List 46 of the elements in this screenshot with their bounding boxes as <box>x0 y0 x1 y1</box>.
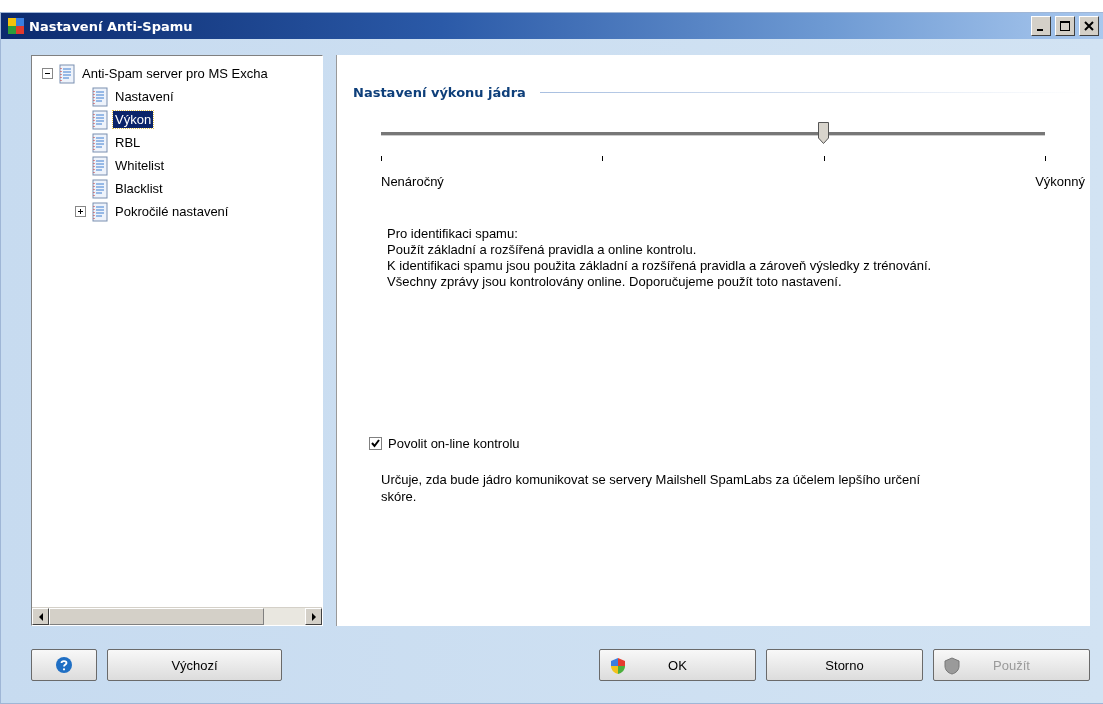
max-label: Výkonný <box>1035 174 1085 189</box>
dialog-button[interactable]: OK <box>599 649 756 681</box>
minimize-icon <box>1037 28 1043 31</box>
slider-thumb[interactable] <box>817 122 829 144</box>
description-line: Použít základní a rozšířená pravidla a online kontrolu. <box>387 242 698 258</box>
document-icon <box>91 132 109 153</box>
tree-item[interactable]: Pokročilé nastavení <box>113 203 231 220</box>
checkbox-description: Určuje, zda bude jádro komunikovat se servery Mailshell SpamLabs za účelem lepšího určení skóre. <box>381 471 922 505</box>
document-icon <box>91 86 109 107</box>
document-icon <box>91 155 109 176</box>
window-title: Nastavení Anti-Spamu <box>29 18 194 34</box>
tree-item[interactable]: Whitelist <box>113 157 167 174</box>
help-button[interactable] <box>31 649 97 681</box>
minimize-button[interactable] <box>1031 16 1051 36</box>
description-line: Všechny zprávy jsou kontrolovány online. Doporučujeme použít toto nastavení. <box>387 274 843 290</box>
description-line: K identifikaci spamu jsou použita základní a rozšířená pravidla a zároveň výsledky z trénování. <box>387 258 933 274</box>
shield-icon <box>610 657 626 675</box>
document-icon <box>58 63 76 84</box>
tree-item[interactable]: Výkon <box>113 111 154 128</box>
help-icon <box>55 656 73 674</box>
performance-slider[interactable] <box>381 122 1045 162</box>
tree-item[interactable]: Nastavení <box>113 88 176 105</box>
close-icon <box>1084 21 1094 31</box>
tree-item[interactable]: RBL <box>113 134 143 151</box>
shield-icon <box>944 657 960 675</box>
checkbox-label[interactable]: Povolit on-line kontrolu <box>388 436 520 451</box>
collapse-icon[interactable] <box>42 68 53 79</box>
checkbox[interactable] <box>369 437 382 450</box>
min-label: Nenáročný <box>381 174 444 189</box>
tree-item[interactable]: Anti-Spam server pro MS Excha <box>80 65 270 82</box>
dialog-button[interactable]: Storno <box>766 649 923 681</box>
left-arrow-icon[interactable] <box>37 612 44 621</box>
close-button[interactable] <box>1079 16 1099 36</box>
document-icon <box>91 201 109 222</box>
maximize-icon <box>1060 21 1070 31</box>
maximize-button[interactable] <box>1055 16 1075 36</box>
right-arrow-icon[interactable] <box>310 612 317 621</box>
description-line: Pro identifikaci spamu: <box>387 226 519 242</box>
section-title: Nastavení výkonu jádra <box>353 85 526 100</box>
expand-icon[interactable] <box>75 206 86 217</box>
horizontal-scrollbar[interactable] <box>32 607 322 625</box>
document-icon <box>91 109 109 130</box>
app-logo-icon <box>7 17 25 35</box>
dialog-button[interactable]: Výchozí <box>107 649 282 681</box>
document-icon <box>91 178 109 199</box>
tree-item[interactable]: Blacklist <box>113 180 165 197</box>
